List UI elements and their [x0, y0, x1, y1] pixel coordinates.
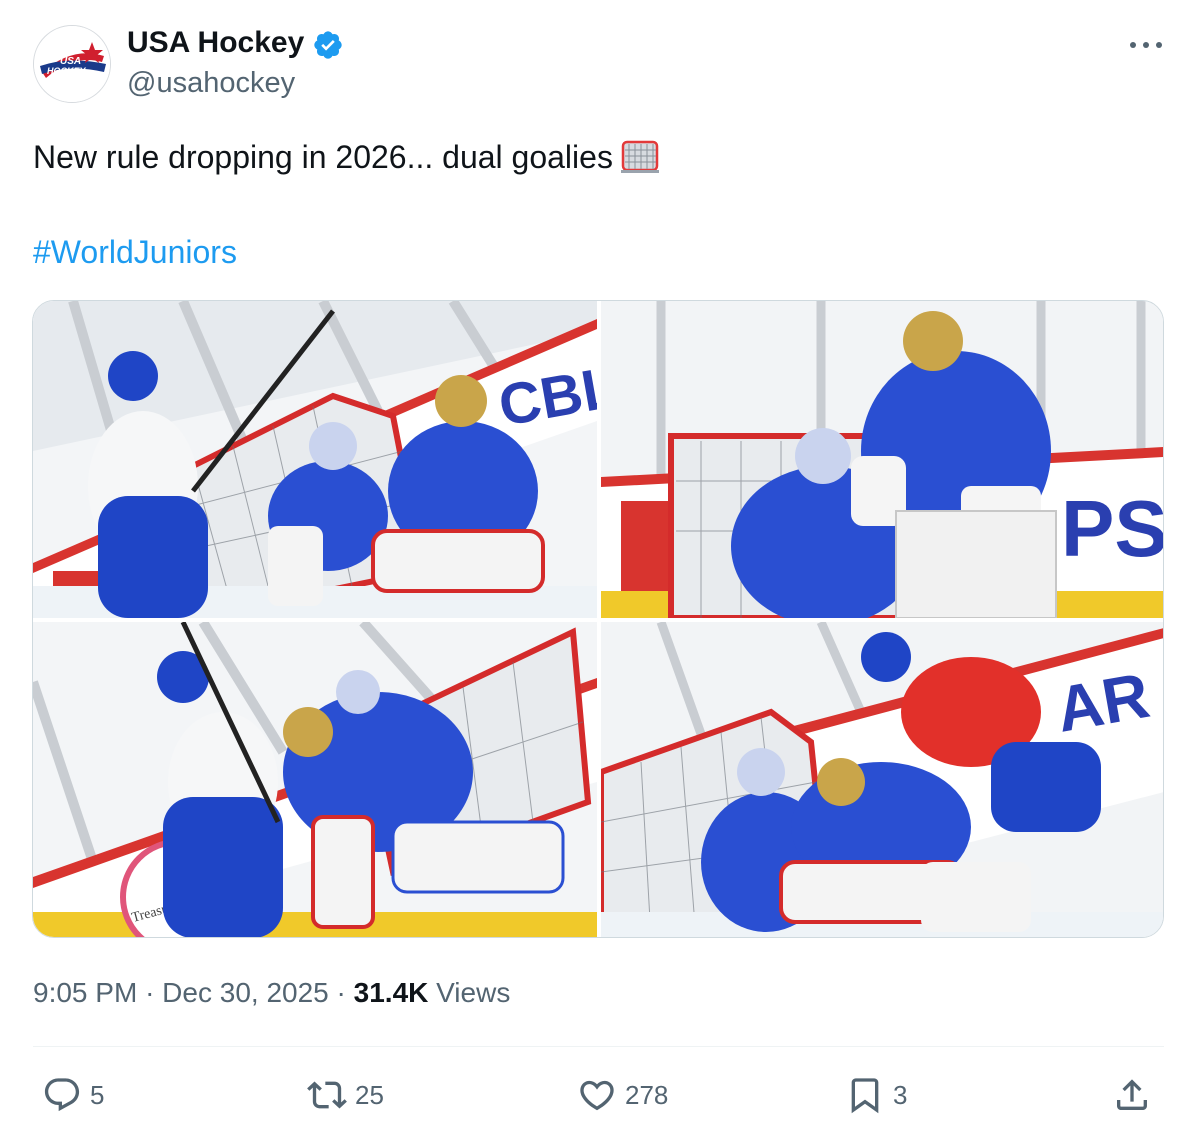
repost-button[interactable]: 25	[307, 1072, 384, 1118]
tweet-text-content: New rule dropping in 2026... dual goalie…	[33, 139, 613, 175]
divider	[33, 1046, 1164, 1047]
bookmark-count: 3	[893, 1079, 908, 1110]
reply-button[interactable]: 5	[42, 1072, 104, 1118]
like-count: 278	[625, 1079, 669, 1110]
meta-separator: ·	[145, 977, 155, 1008]
meta-separator: ·	[336, 977, 346, 1008]
share-button[interactable]	[1112, 1072, 1160, 1118]
repost-icon	[307, 1081, 347, 1109]
goal-net-icon	[620, 140, 659, 173]
tweet-date[interactable]: Dec 30, 2025	[162, 977, 329, 1008]
reply-count: 5	[90, 1079, 105, 1110]
photo-4[interactable]: AR ba	[601, 622, 1163, 937]
media-grid: CBL PS Treasure AR	[32, 300, 1164, 938]
repost-count: 25	[355, 1079, 384, 1110]
tweet-time[interactable]: 9:05 PM	[33, 977, 137, 1008]
views-count: 31.4K	[353, 977, 429, 1008]
svg-text:HOCKEY: HOCKEY	[47, 66, 87, 76]
verified-badge-icon	[314, 31, 342, 59]
svg-text:PS: PS	[1061, 484, 1164, 573]
tweet-meta: 9:05 PM · Dec 30, 2025 · 31.4K Views	[33, 975, 510, 1011]
bookmark-icon	[851, 1078, 879, 1114]
photo-1[interactable]: CBL	[33, 301, 597, 618]
author-handle[interactable]: @usahockey	[127, 65, 295, 101]
photo-2[interactable]: PS	[601, 301, 1164, 618]
like-button[interactable]: 278	[577, 1072, 668, 1118]
heart-icon	[580, 1080, 614, 1111]
hashtag-link[interactable]: #WorldJuniors	[33, 230, 237, 274]
reply-icon	[44, 1078, 80, 1112]
author-display-name[interactable]: USA Hockey	[127, 24, 304, 62]
author-avatar[interactable]: USA HOCKEY	[33, 25, 111, 103]
tweet-text: New rule dropping in 2026... dual goalie…	[33, 135, 659, 179]
views-label: Views	[436, 977, 511, 1008]
usa-hockey-logo-icon: USA HOCKEY	[34, 26, 110, 102]
photo-3[interactable]: ank Treasure Island	[33, 622, 597, 937]
share-icon	[1117, 1079, 1147, 1110]
more-options-icon[interactable]	[1126, 32, 1166, 58]
bookmark-button[interactable]: 3	[845, 1072, 907, 1118]
